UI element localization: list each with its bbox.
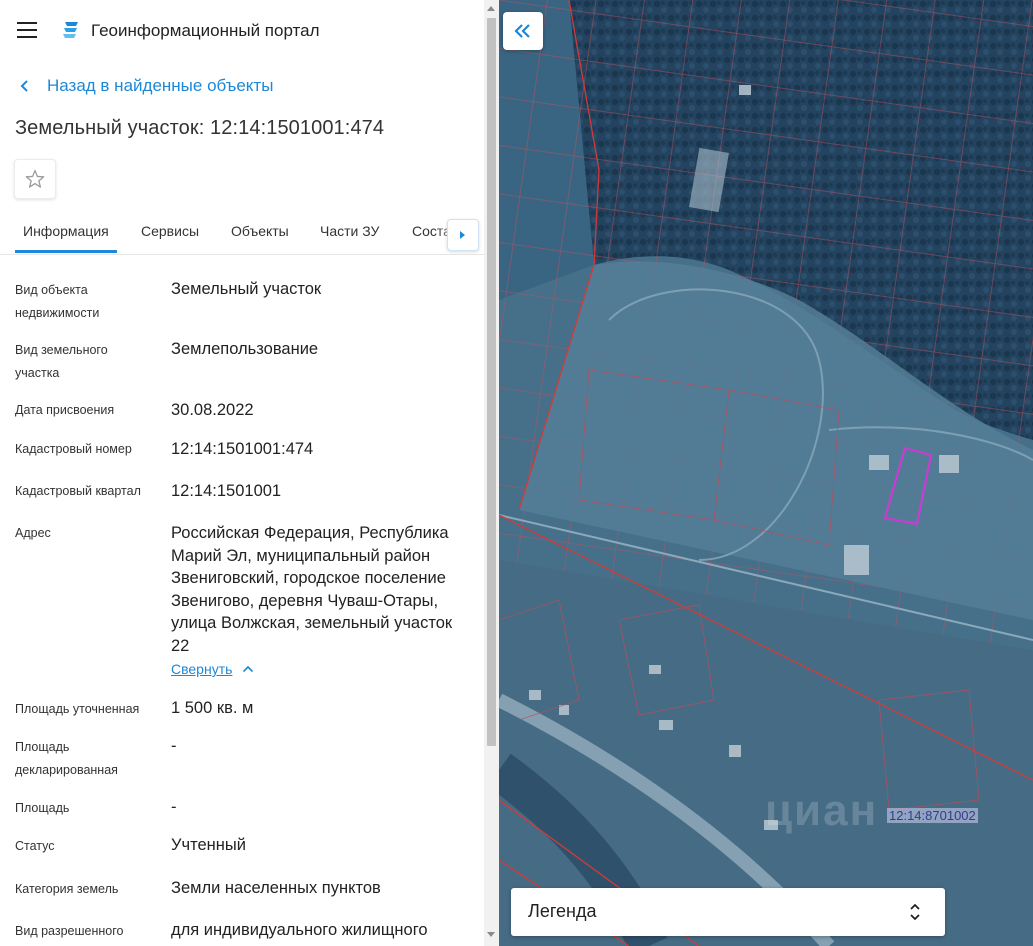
property-value: для индивидуального жилищного	[171, 921, 428, 939]
scroll-down-arrow-icon[interactable]	[487, 932, 495, 937]
chevron-left-icon	[20, 80, 28, 92]
tab-information[interactable]: Информация	[23, 223, 109, 239]
back-link-label: Назад в найденные объекты	[47, 76, 274, 95]
property-value: 1 500 кв. м	[171, 699, 254, 717]
tab-bar: Информация Сервисы Объекты Части ЗУ Сост…	[0, 212, 484, 255]
scroll-thumb[interactable]	[487, 18, 496, 746]
property-label: Вид земельного участка	[15, 343, 108, 380]
property-label: Вид объекта недвижимости	[15, 283, 100, 320]
double-chevron-left-icon	[514, 24, 530, 38]
portal-title: Геоинформационный портал	[91, 21, 320, 40]
collapse-link-label: Свернуть	[171, 661, 233, 677]
property-label: Вид разрешенного	[15, 924, 124, 938]
property-value: Учтенный	[171, 836, 246, 854]
property-value: Земельный участок	[171, 280, 322, 298]
tab-parts[interactable]: Части ЗУ	[320, 223, 379, 239]
tab-services[interactable]: Сервисы	[141, 223, 199, 239]
property-label: Площадь декларированная	[15, 740, 118, 777]
top-bar: Геоинформационный портал	[0, 0, 484, 60]
watermark: циан	[765, 786, 879, 835]
panel-scrollbar[interactable]	[484, 0, 499, 946]
tabs-scroll-right-button[interactable]	[447, 219, 479, 251]
property-value: 12:14:1501001	[171, 482, 282, 500]
scroll-up-arrow-icon[interactable]	[487, 6, 495, 11]
star-outline-icon	[25, 169, 45, 188]
property-label: Категория земель	[15, 882, 119, 896]
property-value: Землепользование	[171, 340, 319, 358]
favorite-button[interactable]	[14, 159, 56, 199]
address-value: Российская Федерация, Республика Марий Э…	[171, 524, 453, 655]
expand-collapse-icon[interactable]	[909, 901, 921, 923]
back-to-results-link[interactable]: Назад в найденные объекты	[20, 76, 273, 96]
property-value: 30.08.2022	[171, 401, 254, 419]
collapse-panel-button[interactable]	[503, 12, 543, 50]
property-label: Кадастровый квартал	[15, 484, 141, 498]
property-value: Земли населенных пунктов	[171, 879, 381, 897]
caret-right-icon	[460, 231, 465, 239]
property-label: Площадь уточненная	[15, 702, 140, 716]
collapse-link[interactable]: Свернуть	[171, 661, 254, 677]
property-value: -	[171, 798, 177, 816]
property-label: Кадастровый номер	[15, 442, 132, 456]
legend-panel[interactable]: Легенда	[511, 888, 945, 936]
active-tab-indicator	[15, 250, 117, 253]
tab-objects[interactable]: Объекты	[231, 223, 289, 239]
hamburger-icon[interactable]	[17, 22, 37, 38]
portal-logo-icon	[63, 22, 78, 38]
page-title: Земельный участок: 12:14:1501001:474	[15, 117, 385, 139]
property-label: Адрес	[15, 526, 51, 540]
property-label: Дата присвоения	[15, 403, 115, 417]
property-value: 12:14:1501001:474	[171, 440, 314, 458]
chevron-up-icon	[243, 665, 254, 673]
property-label: Площадь	[15, 801, 70, 815]
property-label: Статус	[15, 839, 55, 853]
object-info-panel: Геоинформационный портал Назад в найденн…	[0, 0, 484, 946]
legend-label: Легенда	[528, 901, 597, 921]
property-value: -	[171, 737, 177, 755]
cadastral-quarter-label: 12:14:8701002	[887, 808, 978, 823]
